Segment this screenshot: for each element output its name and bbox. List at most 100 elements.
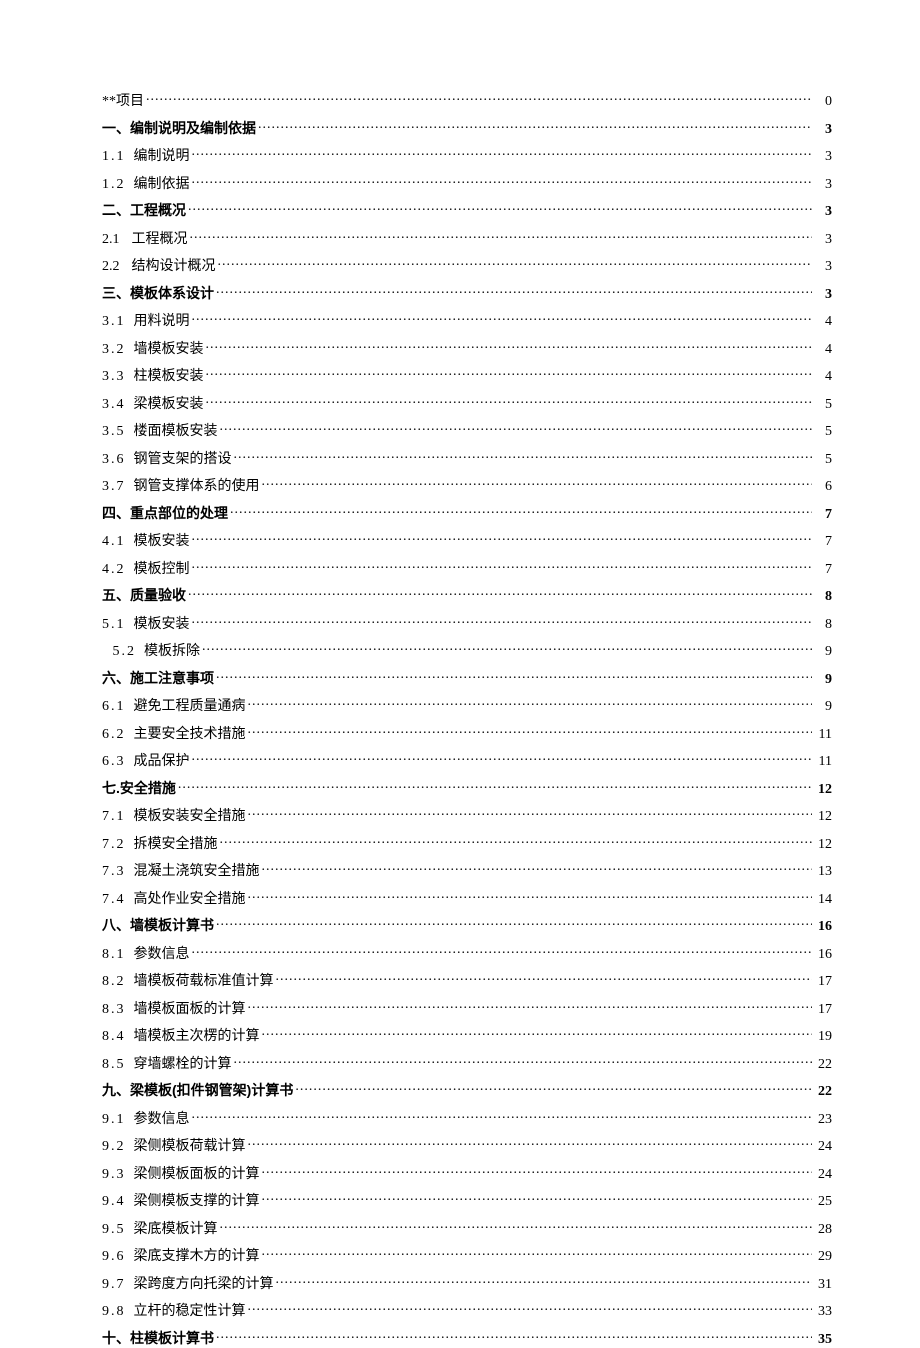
toc-leader-dots (192, 174, 813, 188)
toc-entry-label: 四、重点部位的处理 (102, 503, 228, 523)
toc-entry-number: 7.3 (102, 864, 126, 880)
toc-entry-label: 7.3混凝土浇筑安全措施 (102, 860, 260, 880)
toc-entry-page: 9 (814, 644, 832, 660)
toc-entry-label: 5.2模板拆除 (102, 640, 200, 660)
toc-entry[interactable]: 8.2墙模板荷载标准值计算17 (102, 970, 832, 990)
toc-leader-dots (192, 1109, 813, 1123)
toc-entry-title: 参数信息 (134, 1112, 190, 1127)
toc-entry[interactable]: 3.3柱模板安装4 (102, 365, 832, 385)
toc-entry-label: 8.3墙模板面板的计算 (102, 998, 246, 1018)
toc-entry[interactable]: 9.5梁底模板计算28 (102, 1218, 832, 1238)
toc-entry-number: 3.6 (102, 452, 126, 468)
toc-entry-title: 编制依据 (134, 177, 190, 192)
toc-entry-title: 拆模安全措施 (134, 837, 218, 852)
toc-entry[interactable]: 3.4梁模板安装5 (102, 393, 832, 413)
toc-entry-title: 工程概况 (132, 232, 188, 247)
toc-entry-label: 7.2拆模安全措施 (102, 833, 218, 853)
toc-entry-number: 3.1 (102, 314, 126, 330)
toc-entry-label: 七.安全措施 (102, 778, 176, 798)
toc-leader-dots (262, 1026, 813, 1040)
toc-entry[interactable]: 6.2主要安全技术措施11 (102, 723, 832, 743)
toc-entry[interactable]: 2.2结构设计概况3 (102, 255, 832, 275)
toc-entry-page: 19 (814, 1029, 832, 1045)
toc-entry[interactable]: 9.2梁侧模板荷载计算24 (102, 1135, 832, 1155)
toc-entry[interactable]: 四、重点部位的处理7 (102, 503, 832, 523)
toc-entry[interactable]: 4.1模板安装7 (102, 530, 832, 550)
toc-entry-title: 墙模板荷载标准值计算 (134, 974, 274, 989)
toc-entry-title: 避免工程质量通病 (134, 699, 246, 714)
toc-entry-page: 6 (814, 479, 832, 495)
toc-entry[interactable]: 3.2墙模板安装4 (102, 338, 832, 358)
toc-entry[interactable]: 三、模板体系设计3 (102, 283, 832, 303)
toc-entry[interactable]: 五、质量验收8 (102, 585, 832, 605)
toc-entry[interactable]: 8.4墙模板主次楞的计算19 (102, 1025, 832, 1045)
toc-entry[interactable]: 9.6梁底支撑木方的计算29 (102, 1245, 832, 1265)
toc-entry-number: 7.4 (102, 892, 126, 908)
toc-entry[interactable]: 9.7梁跨度方向托梁的计算31 (102, 1273, 832, 1293)
toc-entry[interactable]: 7.3混凝土浇筑安全措施13 (102, 860, 832, 880)
toc-entry-label: 8.2墙模板荷载标准值计算 (102, 970, 274, 990)
toc-entry-title: 柱模板安装 (134, 369, 204, 384)
toc-entry[interactable]: 9.4梁侧模板支撑的计算25 (102, 1190, 832, 1210)
toc-entry[interactable]: 9.1参数信息23 (102, 1108, 832, 1128)
toc-entry-number: 2.1 (102, 232, 120, 248)
toc-entry[interactable]: 六、施工注意事项9 (102, 668, 832, 688)
toc-entry-number: 7.1 (102, 809, 126, 825)
toc-entry[interactable]: 5.1模板安装8 (102, 613, 832, 633)
toc-entry-label: 8.5穿墙螺栓的计算 (102, 1053, 232, 1073)
toc-entry-page: 12 (814, 782, 832, 798)
toc-entry-number: 6.1 (102, 699, 126, 715)
toc-entry[interactable]: 7.2拆模安全措施12 (102, 833, 832, 853)
toc-entry[interactable]: 九、梁模板(扣件钢管架)计算书22 (102, 1080, 832, 1100)
toc-entry[interactable]: 二、工程概况3 (102, 200, 832, 220)
toc-entry[interactable]: 3.6钢管支架的搭设5 (102, 448, 832, 468)
toc-entry[interactable]: 8.3墙模板面板的计算17 (102, 998, 832, 1018)
toc-entry[interactable]: 6.3成品保护11 (102, 750, 832, 770)
toc-entry[interactable]: 3.7钢管支撑体系的使用6 (102, 475, 832, 495)
toc-entry[interactable]: 4.2模板控制7 (102, 558, 832, 578)
toc-entry-title: 成品保护 (134, 754, 190, 769)
toc-entry-title: 模板安装 (134, 534, 190, 549)
toc-entry-page: 16 (814, 947, 832, 963)
toc-entry[interactable]: 7.1模板安装安全措施12 (102, 805, 832, 825)
toc-entry-title: 编制说明 (134, 149, 190, 164)
toc-entry-title: 模板拆除 (144, 644, 200, 659)
toc-entry-number: 2.2 (102, 259, 120, 275)
toc-entry-label: 六、施工注意事项 (102, 668, 214, 688)
toc-entry-number: 9.2 (102, 1139, 126, 1155)
toc-leader-dots (192, 311, 813, 325)
toc-entry[interactable]: 3.5楼面模板安装5 (102, 420, 832, 440)
toc-entry-page: 14 (814, 892, 832, 908)
toc-leader-dots (146, 91, 812, 105)
toc-entry[interactable]: 2.1工程概况3 (102, 228, 832, 248)
toc-entry[interactable]: 八、墙模板计算书16 (102, 915, 832, 935)
toc-entry-number: 5.1 (102, 617, 126, 633)
toc-entry[interactable]: 十、柱模板计算书35 (102, 1328, 832, 1348)
toc-entry-page: 3 (814, 287, 832, 303)
toc-entry[interactable]: 7.4 高处作业安全措施 14 (102, 888, 832, 908)
toc-entry[interactable]: 1.2编制依据3 (102, 173, 832, 193)
toc-entry-page: 11 (814, 727, 832, 743)
toc-entry[interactable]: 七.安全措施 12 (102, 778, 832, 798)
toc-entry-title: 墙模板安装 (134, 342, 204, 357)
toc-entry[interactable]: 9.8立杆的稳定性计算33 (102, 1300, 832, 1320)
toc-entry-label: 7.1模板安装安全措施 (102, 805, 246, 825)
toc-leader-dots (192, 944, 813, 958)
toc-entry-label: 9.4梁侧模板支撑的计算 (102, 1190, 260, 1210)
toc-entry-title: 用料说明 (134, 314, 190, 329)
toc-entry[interactable]: 1.1编制说明3 (102, 145, 832, 165)
toc-entry[interactable]: 8.1参数信息16 (102, 943, 832, 963)
toc-entry-label: 9.2梁侧模板荷载计算 (102, 1135, 246, 1155)
toc-entry[interactable]: 8.5穿墙螺栓的计算22 (102, 1053, 832, 1073)
toc-entry[interactable]: 3.1用料说明4 (102, 310, 832, 330)
toc-entry-number: 8.1 (102, 947, 126, 963)
toc-entry-title: 高处作业安全措施 (134, 892, 246, 907)
toc-entry[interactable]: 9.3梁侧模板面板的计算24 (102, 1163, 832, 1183)
toc-entry[interactable]: **项目0 (102, 90, 832, 110)
toc-entry[interactable]: 一、编制说明及编制依据3 (102, 118, 832, 138)
toc-entry-page: 4 (814, 342, 832, 358)
toc-entry-label: **项目 (102, 90, 144, 110)
toc-entry[interactable]: 6.1避免工程质量通病9 (102, 695, 832, 715)
toc-entry-label: 1.2编制依据 (102, 173, 190, 193)
toc-entry[interactable]: 5.2模板拆除 9 (102, 640, 832, 660)
